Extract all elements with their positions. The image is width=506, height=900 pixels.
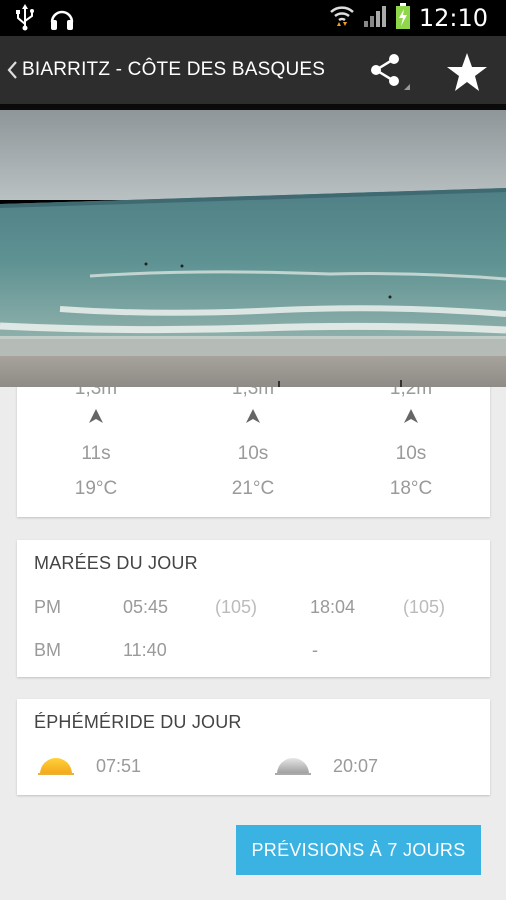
- status-clock: 12:10: [418, 4, 488, 32]
- tide-type-label: PM: [34, 597, 61, 617]
- tide-coefficient: (105): [403, 597, 446, 617]
- swell-direction-icon: [404, 409, 418, 423]
- wave-period: 11s: [81, 443, 111, 464]
- back-button[interactable]: [4, 56, 20, 84]
- temperature: 21°C: [231, 478, 275, 499]
- action-bar: BIARRITZ - CÔTE DES BASQUES: [0, 36, 506, 104]
- webcam-image[interactable]: [0, 104, 506, 387]
- tide-time: 11:40: [123, 640, 167, 660]
- ephemeris-title: ÉPHÉMÉRIDE DU JOUR: [34, 712, 242, 732]
- status-bar: 12:10: [0, 0, 506, 36]
- sunrise-icon: [38, 758, 74, 775]
- page-title[interactable]: BIARRITZ - CÔTE DES BASQUES: [22, 36, 325, 104]
- sunrise-time: 07:51: [96, 756, 142, 776]
- tide-time: -: [312, 640, 318, 660]
- temperature: 18°C: [389, 478, 433, 499]
- share-icon: [371, 54, 410, 90]
- wave-period: 10s: [395, 443, 427, 464]
- swell-direction-icon: [89, 409, 103, 423]
- seven-day-forecast-button[interactable]: PRÉVISIONS À 7 JOURS: [236, 825, 481, 875]
- share-button[interactable]: [364, 50, 410, 94]
- wifi-icon: [329, 2, 355, 35]
- usb-icon: [14, 4, 36, 37]
- tides-card: MARÉES DU JOUR PM 05:45 (105) 18:04 (105…: [17, 540, 490, 677]
- tide-type-label: BM: [34, 640, 61, 660]
- signal-icon: [363, 3, 387, 34]
- headphones-icon: [48, 4, 76, 37]
- tide-time: 05:45: [123, 597, 169, 617]
- beach-webcam-picture: [0, 104, 506, 387]
- star-icon: [447, 53, 487, 91]
- ephemeris-card: ÉPHÉMÉRIDE DU JOUR 07:51 20:07: [17, 699, 490, 795]
- battery-charging-icon: [395, 2, 411, 35]
- tide-coefficient: (105): [215, 597, 258, 617]
- temperature: 19°C: [74, 478, 118, 499]
- sunset-time: 20:07: [333, 756, 379, 776]
- tides-title: MARÉES DU JOUR: [34, 553, 198, 573]
- swell-direction-icon: [246, 409, 260, 423]
- tide-time: 18:04: [310, 597, 356, 617]
- chevron-left-icon: [7, 61, 17, 79]
- favorite-button[interactable]: [444, 50, 490, 94]
- wave-period: 10s: [237, 443, 269, 464]
- sunset-icon: [275, 758, 311, 775]
